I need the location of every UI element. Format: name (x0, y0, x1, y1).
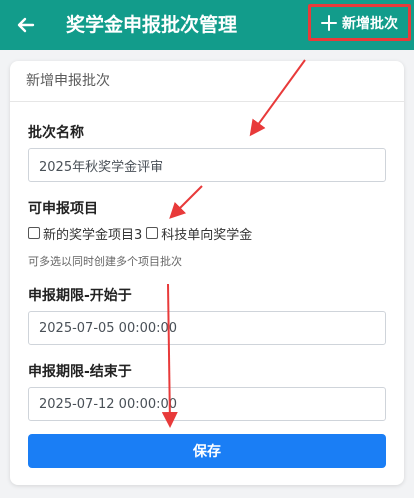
app-bar: 奖学金申报批次管理 新增批次 (0, 0, 414, 50)
add-batch-button[interactable]: 新增批次 (308, 4, 411, 41)
project-option-label: 新的奖学金项目3 (43, 227, 143, 243)
project-option-1[interactable]: 新的奖学金项目3 (28, 224, 142, 243)
new-batch-card: 新增申报批次 批次名称 可申报项目 新的奖学金项目3 科技单向奖学金 可多选以同… (10, 61, 404, 485)
save-button[interactable]: 保存 (28, 434, 386, 468)
page-title: 奖学金申报批次管理 (66, 14, 238, 36)
projects-hint: 可多选以同时创建多个项目批次 (28, 255, 182, 268)
card-title: 新增申报批次 (10, 61, 404, 102)
end-date-input[interactable] (28, 387, 386, 421)
back-button[interactable] (12, 11, 40, 39)
project-option-2[interactable]: 科技单向奖学金 (146, 224, 252, 243)
project-option-label: 科技单向奖学金 (161, 227, 253, 243)
plus-icon (321, 14, 337, 31)
checkbox[interactable] (146, 227, 159, 239)
projects-label: 可申报项目 (28, 201, 98, 217)
batch-name-label: 批次名称 (28, 125, 84, 141)
end-date-label: 申报期限-结束于 (28, 364, 132, 380)
batch-name-input[interactable] (28, 148, 386, 182)
project-checkbox-group: 新的奖学金项目3 科技单向奖学金 (28, 224, 256, 243)
arrow-left-icon (17, 17, 35, 33)
start-date-label: 申报期限-开始于 (28, 288, 132, 304)
add-batch-label: 新增批次 (342, 15, 398, 32)
start-date-input[interactable] (28, 311, 386, 345)
checkbox[interactable] (28, 227, 40, 239)
